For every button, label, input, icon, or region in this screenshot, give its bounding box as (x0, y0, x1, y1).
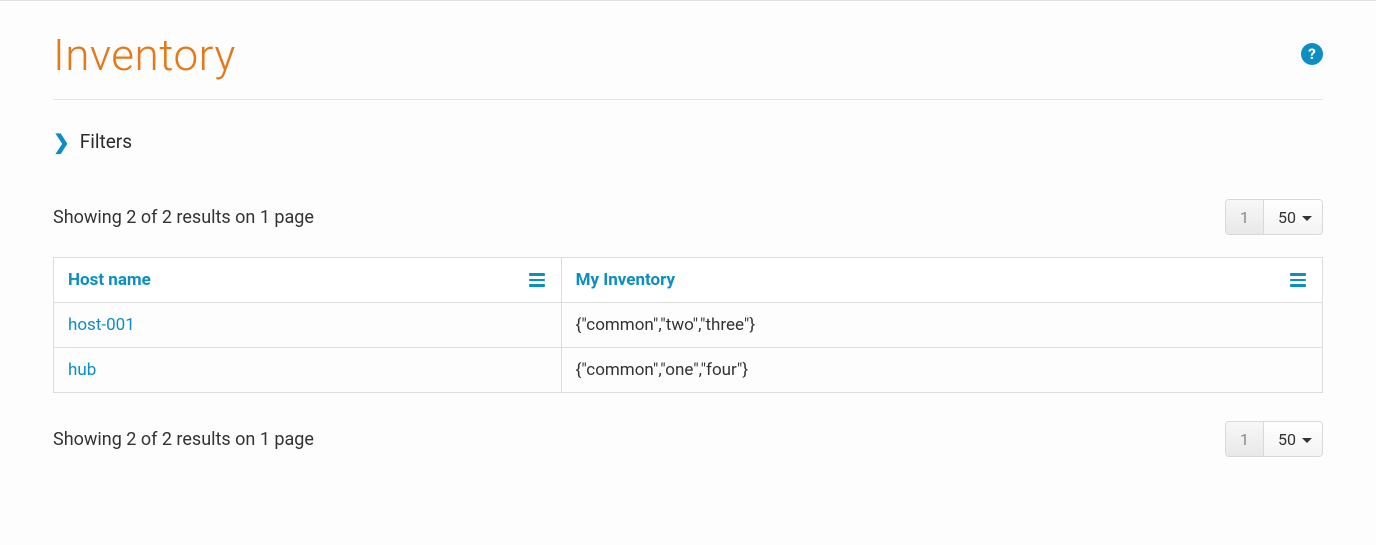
results-summary-top: Showing 2 of 2 results on 1 page (53, 207, 314, 228)
pager-page-size-value: 50 (1278, 430, 1296, 449)
pager-current-page[interactable]: 1 (1226, 200, 1264, 234)
table-row: hub {"common","one","four"} (54, 348, 1323, 393)
help-icon[interactable]: ? (1301, 43, 1323, 65)
inventory-table: Host name My Inventory (53, 257, 1323, 393)
column-header-hostname[interactable]: Host name (54, 258, 562, 303)
pager-page-size-value: 50 (1278, 208, 1296, 227)
host-link[interactable]: hub (68, 360, 96, 380)
page-title: Inventory (53, 29, 236, 81)
caret-down-icon (1302, 438, 1312, 443)
inventory-cell: {"common","one","four"} (561, 348, 1322, 393)
pager-top: 1 50 (1225, 199, 1323, 235)
pager-page-size-dropdown[interactable]: 50 (1264, 422, 1322, 456)
pager-bottom: 1 50 (1225, 421, 1323, 457)
filters-label: Filters (80, 130, 132, 153)
results-summary-bottom: Showing 2 of 2 results on 1 page (53, 429, 314, 450)
column-menu-icon[interactable] (527, 271, 547, 289)
filters-toggle[interactable]: ❯ Filters (53, 130, 1323, 153)
inventory-cell: {"common","two","three"} (561, 303, 1322, 348)
pager-current-page[interactable]: 1 (1226, 422, 1264, 456)
column-menu-icon[interactable] (1288, 271, 1308, 289)
pager-page-size-dropdown[interactable]: 50 (1264, 200, 1322, 234)
caret-down-icon (1302, 216, 1312, 221)
host-link[interactable]: host-001 (68, 315, 135, 335)
table-row: host-001 {"common","two","three"} (54, 303, 1323, 348)
column-header-inventory[interactable]: My Inventory (561, 258, 1322, 303)
column-header-inventory-label: My Inventory (576, 270, 675, 290)
chevron-right-icon: ❯ (53, 132, 70, 152)
column-header-hostname-label: Host name (68, 270, 151, 290)
